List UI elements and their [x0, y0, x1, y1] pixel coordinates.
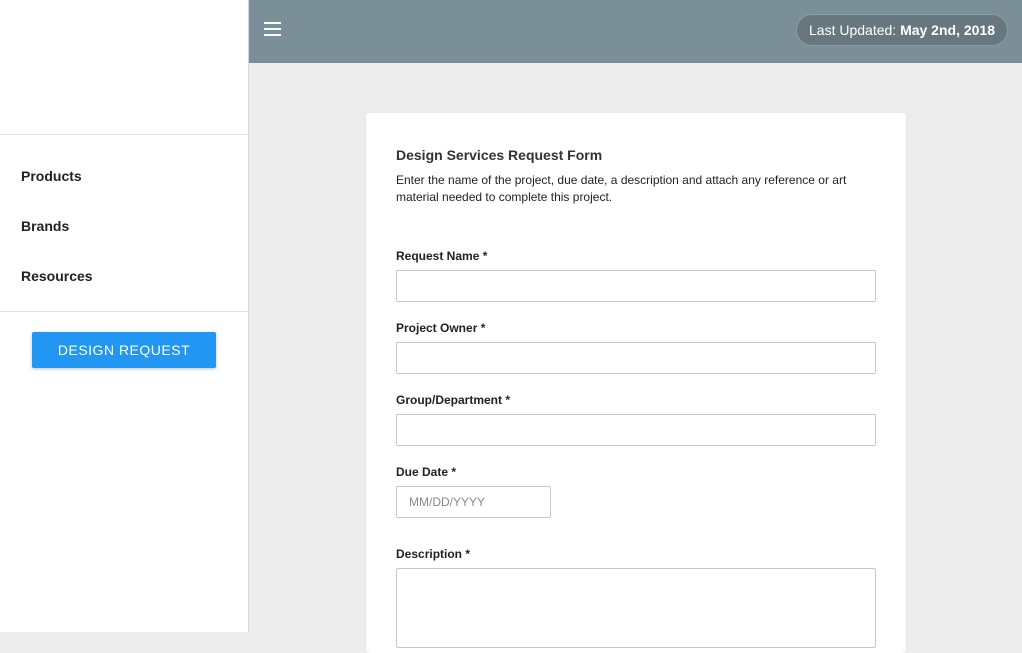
design-request-button[interactable]: DESIGN REQUEST: [32, 332, 216, 368]
sidebar-nav: Products Brands Resources: [0, 135, 248, 305]
request-name-input[interactable]: [396, 270, 876, 302]
request-name-label: Request Name *: [396, 249, 488, 263]
top-bar: Last Updated: May 2nd, 2018: [249, 0, 1022, 63]
form-description: Enter the name of the project, due date,…: [396, 173, 847, 204]
sidebar: Products Brands Resources DESIGN REQUEST: [0, 0, 249, 632]
last-updated-prefix: Last Updated:: [809, 22, 901, 38]
description-label: Description *: [396, 547, 471, 561]
sidebar-item-resources[interactable]: Resources: [0, 255, 248, 305]
sidebar-logo-area: [0, 0, 248, 135]
sidebar-divider: [0, 311, 249, 312]
request-form-card: Design Services Request Form Enter the n…: [366, 113, 906, 653]
project-owner-input[interactable]: [396, 342, 876, 374]
sidebar-item-brands[interactable]: Brands: [0, 205, 248, 255]
description-textarea[interactable]: [396, 568, 876, 648]
hamburger-menu-icon[interactable]: [264, 21, 281, 37]
due-date-label: Due Date *: [396, 465, 457, 479]
group-department-input[interactable]: [396, 414, 876, 446]
sidebar-item-products[interactable]: Products: [0, 155, 248, 205]
due-date-input[interactable]: [396, 486, 551, 518]
last-updated-date: May 2nd, 2018: [900, 22, 995, 38]
group-department-label: Group/Department *: [396, 393, 511, 407]
form-title: Design Services Request Form: [396, 147, 603, 163]
project-owner-label: Project Owner *: [396, 321, 486, 335]
last-updated-badge: Last Updated: May 2nd, 2018: [796, 14, 1008, 46]
